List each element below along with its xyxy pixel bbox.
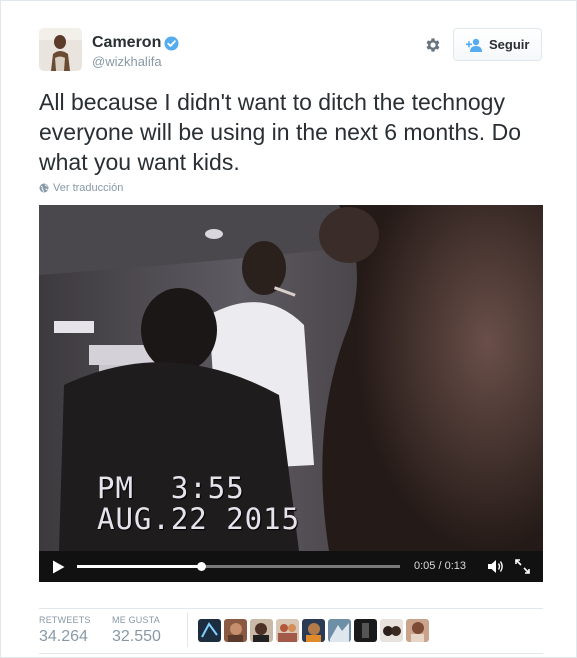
retweets-stat[interactable]: RETWEETS 34.264 [39,615,91,646]
gear-icon[interactable] [424,36,442,54]
video-player[interactable]: PM 3:55 AUG.22 2015 0:05 / 0:13 [39,205,543,582]
likers-avatars [198,619,429,642]
overlay-date: AUG.22 2015 [97,502,301,536]
translate-label: Ver traducción [53,182,124,194]
add-user-icon [466,38,482,52]
volume-icon[interactable] [487,559,504,574]
video-progress-fill [77,565,202,568]
likes-count: 32.550 [112,628,161,645]
fullscreen-icon[interactable] [515,559,530,574]
translate-link[interactable]: Ver traducción [39,182,123,194]
divider [187,613,188,647]
likes-label: ME GUSTA [112,615,160,625]
author-handle[interactable]: @wizkhalifa [92,54,162,69]
tweet-card: Cameron @wizkhalifa Seguir All because I… [0,0,577,658]
divider [39,608,543,609]
follow-label: Seguir [489,37,530,52]
liker-avatar[interactable] [328,619,351,642]
retweets-label: RETWEETS [39,615,91,625]
follow-button[interactable]: Seguir [453,28,542,61]
liker-avatar[interactable] [276,619,299,642]
video-scrubber-handle[interactable] [197,562,207,571]
likes-stat[interactable]: ME GUSTA 32.550 [112,615,161,646]
globe-icon [39,183,49,193]
verified-badge-icon [164,36,179,51]
liker-avatar[interactable] [380,619,403,642]
overlay-time: PM 3:55 [97,471,245,505]
video-progress-bar[interactable] [77,562,400,571]
liker-avatar[interactable] [250,619,273,642]
play-icon[interactable] [52,560,65,574]
user-avatar [39,28,82,71]
divider [39,653,543,654]
tweet-text: All because I didn't want to ditch the t… [39,89,521,175]
author-avatar[interactable] [39,28,82,71]
author-name[interactable]: Cameron [92,34,161,52]
liker-avatar[interactable] [406,619,429,642]
video-time: 0:05 / 0:13 [414,560,466,572]
liker-avatar[interactable] [224,619,247,642]
liker-avatar[interactable] [354,619,377,642]
video-timestamp-overlay: PM 3:55 AUG.22 2015 [97,473,300,535]
retweets-count: 34.264 [39,628,88,645]
video-controls: 0:05 / 0:13 [39,551,543,582]
liker-avatar[interactable] [302,619,325,642]
liker-avatar[interactable] [198,619,221,642]
